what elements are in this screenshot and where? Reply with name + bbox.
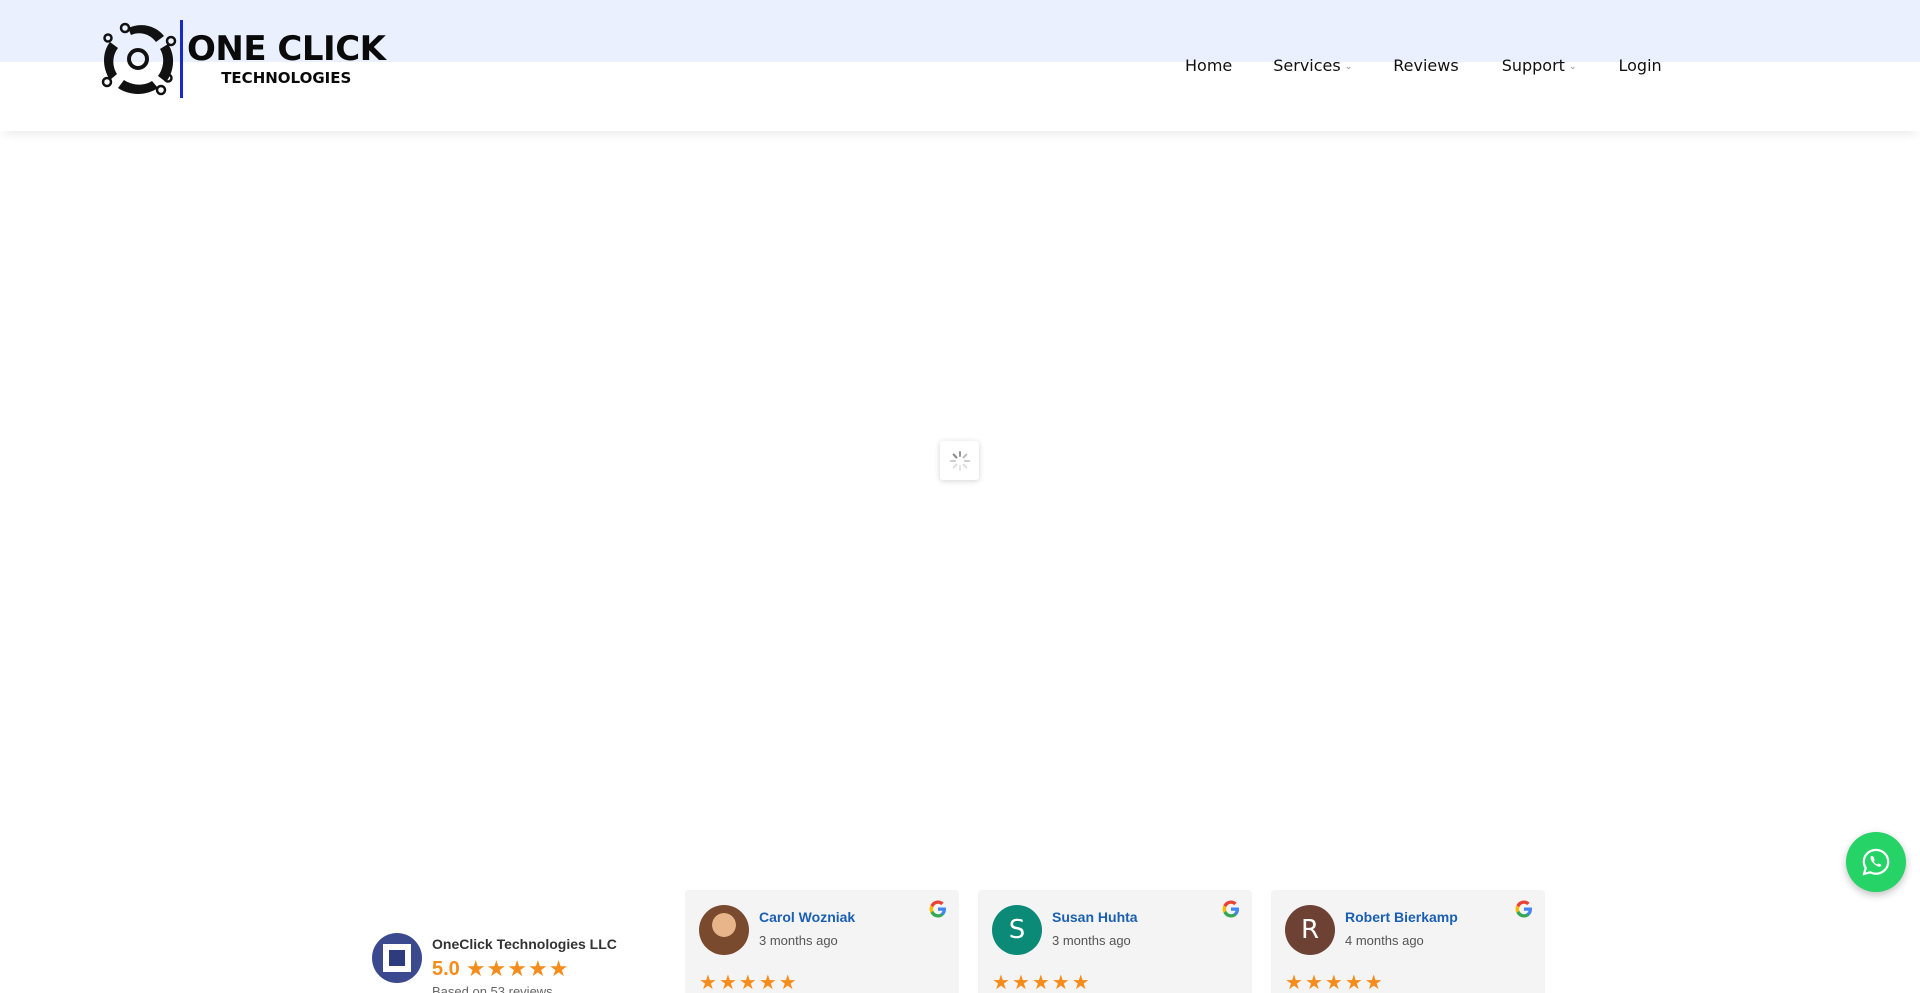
star-icon: ★ bbox=[1031, 972, 1050, 993]
nav-home[interactable]: Home bbox=[1185, 56, 1232, 75]
star-icon: ★ bbox=[1344, 972, 1363, 993]
star-icon: ★ bbox=[1304, 972, 1323, 993]
logo-divider bbox=[180, 20, 183, 98]
site-header: ONE CLICK TECHNOLOGIES Home Services ⌄ Re… bbox=[0, 0, 1920, 131]
star-icon: ★ bbox=[778, 972, 797, 993]
avatar bbox=[699, 905, 749, 955]
avatar: S bbox=[992, 905, 1042, 955]
spinner-icon bbox=[949, 450, 970, 471]
review-date: 3 months ago bbox=[759, 933, 838, 948]
star-icon: ★ bbox=[1324, 972, 1343, 993]
star-icon: ★ bbox=[528, 956, 548, 981]
nav-support[interactable]: Support ⌄ bbox=[1502, 56, 1577, 75]
nav-services[interactable]: Services ⌄ bbox=[1273, 56, 1352, 75]
review-card[interactable]: S Susan Huhta 3 months ago ★ ★ ★ ★ ★ bbox=[978, 890, 1252, 993]
chevron-down-icon: ⌄ bbox=[1568, 61, 1577, 72]
main-nav: Home Services ⌄ Reviews Support ⌄ Login bbox=[1185, 56, 1662, 75]
google-icon bbox=[1515, 900, 1532, 918]
logo-name-line2: TECHNOLOGIES bbox=[221, 69, 352, 87]
review-stars: ★ ★ ★ ★ ★ bbox=[1285, 970, 1385, 993]
nav-login-label: Login bbox=[1618, 56, 1662, 75]
rating-value: 5.0 bbox=[432, 957, 460, 980]
review-card[interactable]: Carol Wozniak 3 months ago ★ ★ ★ ★ ★ bbox=[685, 890, 959, 993]
star-icon: ★ bbox=[758, 972, 777, 993]
nav-reviews-label: Reviews bbox=[1393, 56, 1459, 75]
avatar: R bbox=[1285, 905, 1335, 955]
star-icon: ★ bbox=[507, 956, 528, 981]
review-stars: ★ ★ ★ ★ ★ bbox=[992, 970, 1092, 993]
reviews-summary: OneClick Technologies LLC 5.0 ★★★★★ Base… bbox=[372, 933, 617, 993]
nav-services-label: Services bbox=[1273, 56, 1341, 75]
star-icon: ★ bbox=[548, 956, 569, 981]
logo-text: ONE CLICK TECHNOLOGIES bbox=[187, 31, 386, 87]
star-icon: ★ bbox=[1364, 972, 1383, 993]
logo-mark-icon bbox=[101, 22, 177, 96]
nav-reviews[interactable]: Reviews bbox=[1393, 56, 1458, 75]
google-icon bbox=[929, 900, 946, 918]
review-stars: ★ ★ ★ ★ ★ bbox=[699, 970, 799, 993]
reviewer-name[interactable]: Susan Huhta bbox=[1052, 909, 1138, 925]
whatsapp-icon bbox=[1862, 848, 1890, 876]
review-date: 3 months ago bbox=[1052, 933, 1131, 948]
loading-indicator bbox=[940, 441, 979, 480]
reviewer-name[interactable]: Carol Wozniak bbox=[759, 909, 855, 925]
whatsapp-button[interactable] bbox=[1846, 832, 1906, 892]
nav-home-label: Home bbox=[1185, 56, 1233, 75]
star-icon: ★ bbox=[486, 956, 507, 981]
google-icon bbox=[1222, 900, 1239, 918]
rating-row: 5.0 ★★★★★ bbox=[432, 956, 617, 982]
star-icon: ★ bbox=[1051, 972, 1070, 993]
nav-support-label: Support bbox=[1501, 56, 1565, 75]
star-icon: ★ bbox=[1071, 972, 1090, 993]
reviewer-name[interactable]: Robert Bierkamp bbox=[1345, 909, 1458, 925]
review-date: 4 months ago bbox=[1345, 933, 1424, 948]
star-icon: ★ bbox=[1285, 972, 1303, 993]
star-icon: ★ bbox=[718, 972, 737, 993]
business-name: OneClick Technologies LLC bbox=[432, 936, 617, 952]
star-icon: ★ bbox=[699, 972, 717, 993]
rating-stars: ★★★★★ bbox=[466, 956, 570, 982]
star-icon: ★ bbox=[1011, 972, 1030, 993]
logo-name-line1: ONE CLICK bbox=[187, 29, 386, 69]
chevron-down-icon: ⌄ bbox=[1344, 61, 1353, 72]
business-logo bbox=[372, 933, 422, 983]
star-icon: ★ bbox=[465, 956, 486, 981]
nav-login[interactable]: Login bbox=[1618, 56, 1661, 75]
star-icon: ★ bbox=[738, 972, 757, 993]
review-count: Based on 53 reviews bbox=[432, 984, 553, 993]
summary-info: OneClick Technologies LLC 5.0 ★★★★★ Base… bbox=[432, 933, 617, 993]
site-logo[interactable]: ONE CLICK TECHNOLOGIES bbox=[98, 20, 386, 98]
star-icon: ★ bbox=[992, 972, 1010, 993]
review-card[interactable]: R Robert Bierkamp 4 months ago ★ ★ ★ ★ ★ bbox=[1271, 890, 1545, 993]
